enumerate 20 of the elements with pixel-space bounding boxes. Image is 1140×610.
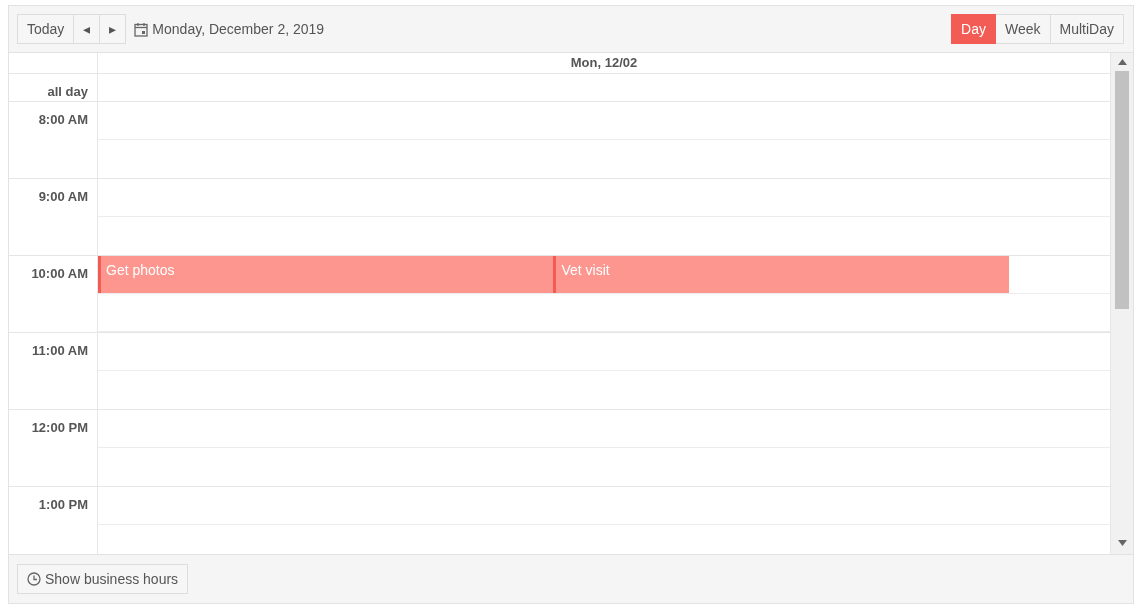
time-label: 9:00 AM [9,179,98,255]
view-tab[interactable]: MultiDay [1050,14,1124,44]
clock-icon [27,572,41,586]
next-button[interactable]: ▸ [100,14,127,44]
previous-button[interactable]: ◂ [74,14,101,44]
scroll-thumb[interactable] [1115,71,1129,309]
scroll-up-icon[interactable] [1118,59,1127,65]
business-hours-button[interactable]: Show business hours [17,564,189,594]
calendar-icon[interactable] [134,21,149,37]
time-label: 12:00 PM [9,410,98,486]
scrollbar[interactable] [1110,53,1133,554]
time-label: 11:00 AM [9,333,98,409]
time-label: 1:00 PM [9,487,98,554]
time-label: 8:00 AM [9,102,98,178]
scroll-down-icon[interactable] [1118,540,1127,546]
date-label: Monday, December 2, 2019 [152,19,325,39]
all-day-label: all day [9,73,98,101]
today-button[interactable]: Today [17,14,75,44]
day-header: Mon, 12/02 [570,54,638,72]
view-tab[interactable]: Week [996,14,1051,44]
